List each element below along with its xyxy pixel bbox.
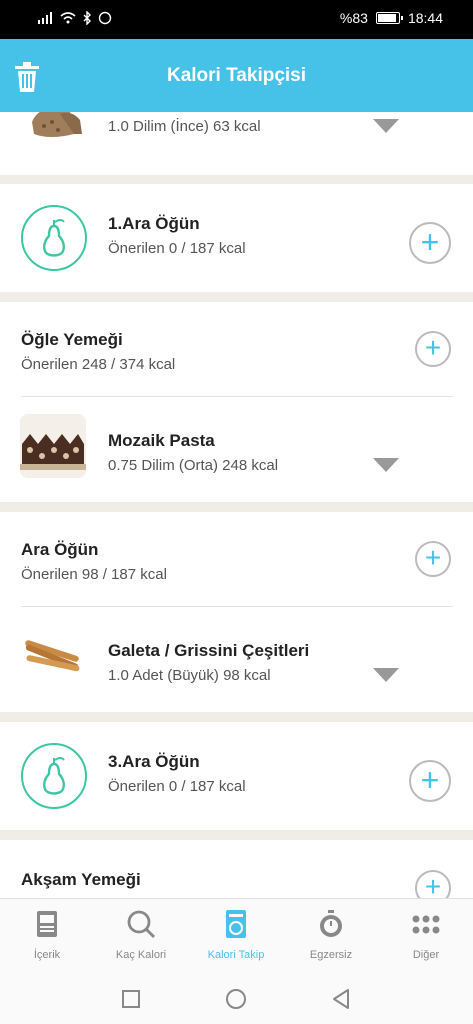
tab-icerik[interactable]: İçerik [0, 899, 94, 979]
meal-recommended: Önerilen 248 / 374 kcal [21, 356, 176, 373]
tab-label: Diğer [412, 949, 440, 961]
document-icon [37, 911, 57, 937]
breadsticks-thumbnail [20, 624, 86, 688]
scale-icon [226, 910, 246, 938]
clock: 18:44 [407, 10, 443, 26]
tab-kac-kalori[interactable]: Kaç Kalori [94, 899, 188, 979]
lunch-card: Öğle Yemeği Önerilen 248 / 374 kcal + Mo… [0, 302, 473, 502]
battery-percent: %83 [339, 10, 368, 26]
meal-list[interactable]: 1.0 Dilim (İnce) 63 kcal 1.Ara Öğün Öner… [0, 112, 473, 898]
bottom-tab-bar: İçerik Kaç Kalori Kalori Takip Egzersiz … [0, 898, 473, 978]
tab-label: İçerik [33, 949, 61, 961]
mosaic-cake-thumbnail [20, 414, 86, 478]
meal-title: 1.Ara Öğün [108, 214, 200, 233]
add-food-button[interactable]: + [409, 222, 451, 264]
add-food-button[interactable]: + [415, 870, 451, 898]
recent-apps-icon[interactable] [121, 989, 141, 1009]
app-bar: Kalori Takipçisi [0, 39, 473, 112]
divider [21, 606, 453, 607]
back-icon[interactable] [331, 988, 351, 1010]
meal-title: Akşam Yemeği [21, 870, 141, 889]
meal-title: 3.Ara Öğün [108, 752, 200, 771]
tab-label: Egzersiz [309, 949, 353, 961]
search-icon [127, 910, 156, 939]
meal-title: Ara Öğün [21, 540, 99, 559]
dinner-card: Akşam Yemeği + [0, 840, 473, 898]
signal-icon [38, 12, 52, 24]
add-food-button[interactable]: + [415, 541, 451, 577]
snack1-card: 1.Ara Öğün Önerilen 0 / 187 kcal + [0, 184, 473, 292]
meal-recommended: Önerilen 98 / 187 kcal [21, 566, 167, 583]
breakfast-card: 1.0 Dilim (İnce) 63 kcal [0, 112, 473, 175]
bluetooth-icon [83, 11, 91, 25]
status-bar: %83 18:44 [0, 0, 473, 39]
meal-recommended: Önerilen 0 / 187 kcal [108, 240, 246, 257]
food-detail: 1.0 Adet (Büyük) 98 kcal [108, 667, 271, 684]
home-icon[interactable] [225, 988, 247, 1010]
food-detail: 1.0 Dilim (İnce) 63 kcal [108, 118, 261, 135]
grid-dots-icon [412, 915, 440, 934]
snack2-card: Ara Öğün Önerilen 98 / 187 kcal + Galeta… [0, 512, 473, 712]
food-name: Mozaik Pasta [108, 431, 215, 450]
system-nav-bar [0, 978, 473, 1024]
page-title: Kalori Takipçisi [166, 65, 307, 86]
pear-badge [21, 743, 87, 809]
wifi-icon [60, 12, 76, 24]
stopwatch-icon [320, 910, 342, 937]
bread-thumbnail [20, 112, 86, 146]
battery-icon [375, 12, 403, 24]
divider [21, 396, 453, 397]
tab-kalori-takip[interactable]: Kalori Takip [189, 899, 283, 979]
expand-caret-icon[interactable] [373, 119, 399, 133]
tab-egzersiz[interactable]: Egzersiz [284, 899, 378, 979]
pear-icon [43, 757, 65, 795]
pear-badge [21, 205, 87, 271]
food-detail: 0.75 Dilim (Orta) 248 kcal [108, 457, 279, 474]
whatsapp-icon [98, 11, 112, 25]
expand-caret-icon[interactable] [373, 668, 399, 682]
meal-title: Öğle Yemeği [21, 330, 123, 349]
food-name: Galeta / Grissini Çeşitleri [108, 641, 310, 660]
tab-diger[interactable]: Diğer [379, 899, 473, 979]
pear-icon [43, 219, 65, 257]
tab-label: Kaç Kalori [115, 949, 167, 961]
tab-label: Kalori Takip [207, 949, 265, 961]
status-icons-left [38, 11, 112, 25]
snack3-card: 3.Ara Öğün Önerilen 0 / 187 kcal + [0, 722, 473, 830]
add-food-button[interactable]: + [409, 760, 451, 802]
meal-recommended: Önerilen 0 / 187 kcal [108, 778, 246, 795]
add-food-button[interactable]: + [415, 331, 451, 367]
expand-caret-icon[interactable] [373, 458, 399, 472]
